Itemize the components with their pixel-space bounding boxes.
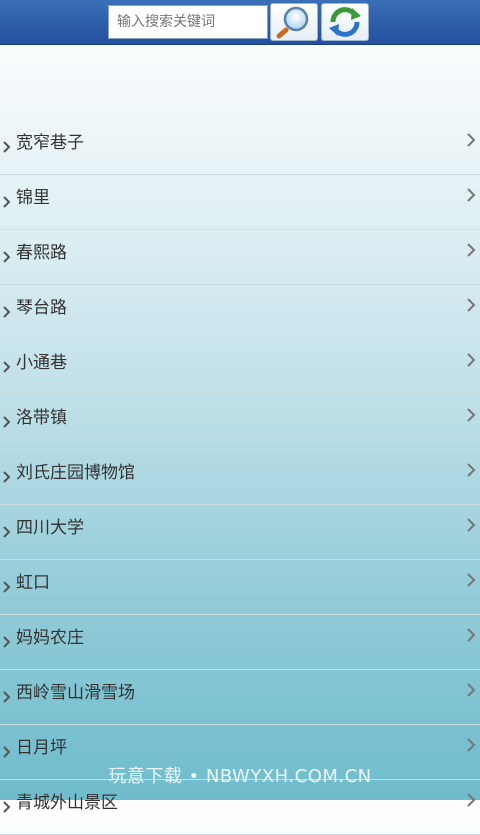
- chevron-right-icon: [3, 746, 11, 758]
- watermark: 玩意下载 • NBWYXH.COM.CN: [108, 766, 372, 787]
- chevron-right-icon: [467, 188, 476, 202]
- list-item-label: 日月坪: [16, 738, 67, 758]
- chevron-right-icon: [3, 581, 11, 593]
- chevron-right-icon: [467, 628, 476, 642]
- list-item-label: 青城外山景区: [16, 793, 118, 813]
- list-item-label: 锦里: [16, 188, 50, 208]
- chevron-right-icon: [3, 471, 11, 483]
- chevron-right-icon: [467, 463, 476, 477]
- chevron-right-icon: [467, 133, 476, 147]
- list-item[interactable]: 洛带镇: [0, 395, 480, 450]
- chevron-right-icon: [467, 683, 476, 697]
- chevron-right-icon: [3, 526, 11, 538]
- list-item[interactable]: 锦里: [0, 175, 480, 230]
- chevron-right-icon: [467, 243, 476, 257]
- refresh-icon: [329, 7, 361, 37]
- top-toolbar: [0, 0, 480, 45]
- list-item-label: 四川大学: [16, 518, 84, 538]
- list-item[interactable]: 春熙路: [0, 230, 480, 285]
- list-item[interactable]: 虹口: [0, 560, 480, 615]
- magnifier-icon: [276, 6, 309, 39]
- list-item[interactable]: 宽窄巷子: [0, 120, 480, 175]
- chevron-right-icon: [467, 738, 476, 752]
- search-input[interactable]: [108, 5, 268, 39]
- list-item[interactable]: 西岭雪山滑雪场: [0, 670, 480, 725]
- list-item[interactable]: 琴台路: [0, 285, 480, 340]
- chevron-right-icon: [467, 573, 476, 587]
- chevron-right-icon: [3, 196, 11, 208]
- list-item-label: 虹口: [16, 573, 50, 593]
- chevron-right-icon: [467, 793, 476, 807]
- chevron-right-icon: [3, 306, 11, 318]
- chevron-right-icon: [467, 353, 476, 367]
- list-item-label: 春熙路: [16, 243, 67, 263]
- list-item-label: 宽窄巷子: [16, 133, 84, 153]
- list-item[interactable]: 四川大学: [0, 505, 480, 560]
- list-item[interactable]: 青城外山景区: [0, 780, 480, 835]
- list-item[interactable]: 小通巷: [0, 340, 480, 395]
- list-item-label: 琴台路: [16, 298, 67, 318]
- list-item-label: 西岭雪山滑雪场: [16, 683, 135, 703]
- chevron-right-icon: [467, 518, 476, 532]
- list-item-label: 刘氏庄园博物馆: [16, 463, 135, 483]
- list-item-label: 洛带镇: [16, 408, 67, 428]
- chevron-right-icon: [3, 636, 11, 648]
- list-item-label: 妈妈农庄: [16, 628, 84, 648]
- chevron-right-icon: [3, 691, 11, 703]
- chevron-right-icon: [3, 141, 11, 153]
- chevron-right-icon: [467, 408, 476, 422]
- list-item-label: 小通巷: [16, 353, 67, 373]
- list-item[interactable]: 妈妈农庄: [0, 615, 480, 670]
- search-button[interactable]: [270, 3, 318, 41]
- chevron-right-icon: [3, 801, 11, 813]
- place-list: 宽窄巷子锦里春熙路琴台路小通巷洛带镇刘氏庄园博物馆 四川大学虹口妈妈农庄西岭雪山滑…: [0, 120, 480, 835]
- chevron-right-icon: [467, 298, 476, 312]
- list-item[interactable]: 刘氏庄园博物馆: [0, 450, 480, 505]
- chevron-right-icon: [3, 361, 11, 373]
- chevron-right-icon: [3, 416, 11, 428]
- chevron-right-icon: [3, 251, 11, 263]
- refresh-button[interactable]: [321, 3, 369, 41]
